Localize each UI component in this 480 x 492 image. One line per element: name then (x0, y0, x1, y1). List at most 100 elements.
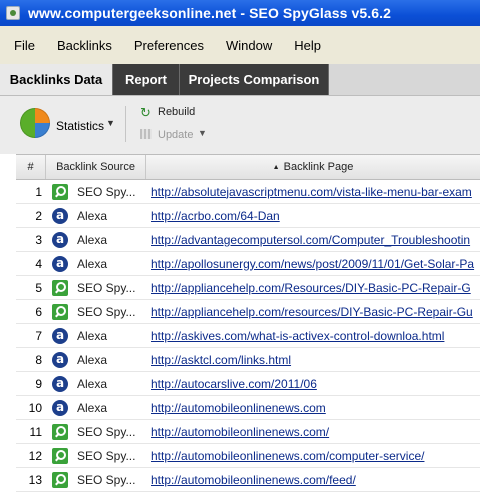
backlink-source-label: Alexa (77, 376, 108, 391)
backlink-source-label: Alexa (77, 208, 108, 223)
backlink-source: SEO Spy... (52, 420, 146, 443)
update-icon (140, 129, 152, 139)
backlink-page: http://automobileonlinenews.com/computer… (151, 444, 480, 467)
backlink-page-link[interactable]: http://autocarslive.com/2011/06 (151, 377, 317, 391)
window-title: www.computergeeksonline.net - SEO SpyGla… (28, 5, 392, 21)
table-row[interactable]: 7 Alexa http://askives.com/what-is-activex… (16, 324, 480, 348)
alexa-icon (52, 351, 68, 368)
backlink-page-link[interactable]: http://absolutejavascriptmenu.com/vista-… (151, 185, 472, 199)
column-header-source[interactable]: Backlink Source (46, 155, 146, 179)
title-bar: www.computergeeksonline.net - SEO SpyGla… (0, 0, 480, 26)
backlink-source-label: SEO Spy... (77, 184, 136, 199)
backlink-page-link[interactable]: http://appliancehelp.com/resources/DIY-B… (151, 305, 473, 319)
alexa-icon (52, 327, 68, 344)
row-number: 8 (35, 352, 42, 367)
backlink-source-label: Alexa (77, 400, 108, 415)
row-number: 10 (28, 400, 42, 415)
table-row[interactable]: 6 SEO Spy... http://appliancehelp.com/reso… (16, 300, 480, 324)
column-header-number[interactable]: # (16, 155, 46, 179)
dropdown-arrow-icon[interactable]: ▼ (198, 128, 207, 138)
backlink-page: http://absolutejavascriptmenu.com/vista-… (151, 180, 480, 203)
backlink-source: Alexa (52, 228, 146, 251)
backlink-page-link[interactable]: http://advantagecomputersol.com/Computer… (151, 233, 470, 247)
menu-window[interactable]: Window (226, 38, 272, 53)
table-row[interactable]: 12 SEO Spy... http://automobileonlinenews.… (16, 444, 480, 468)
seo-spyglass-icon (52, 447, 68, 464)
backlink-source: SEO Spy... (52, 276, 146, 299)
backlink-source: Alexa (52, 348, 146, 371)
column-header-page[interactable]: ▲ Backlink Page (146, 155, 480, 179)
backlink-source-label: SEO Spy... (77, 448, 136, 463)
table-row[interactable]: 9 Alexa http://autocarslive.com/2011/06 (16, 372, 480, 396)
backlink-page-link[interactable]: http://automobileonlinenews.com/computer… (151, 449, 424, 463)
row-number: 2 (35, 208, 42, 223)
backlink-page-link[interactable]: http://asktcl.com/links.html (151, 353, 291, 367)
backlink-source-label: Alexa (77, 256, 108, 271)
table-row[interactable]: 4 Alexa http://apollosunergy.com/news/post… (16, 252, 480, 276)
rebuild-button[interactable]: Rebuild (158, 106, 195, 118)
backlink-source: Alexa (52, 252, 146, 275)
backlink-page-link[interactable]: http://askives.com/what-is-activex-contr… (151, 329, 444, 343)
column-header-page-label: Backlink Page (283, 161, 354, 173)
tab-projects-comparison[interactable]: Projects Comparison (180, 64, 329, 95)
table-row[interactable]: 13 SEO Spy... http://automobileonlinenews.… (16, 468, 480, 492)
backlink-page-link[interactable]: http://apollosunergy.com/news/post/2009/… (151, 257, 474, 271)
seo-spyglass-icon (52, 303, 68, 320)
menu-help[interactable]: Help (294, 38, 321, 53)
row-number: 11 (29, 424, 42, 439)
alexa-icon (52, 375, 68, 392)
row-number: 6 (35, 304, 42, 319)
backlink-page: http://autocarslive.com/2011/06 (151, 372, 480, 395)
pie-chart-icon[interactable] (20, 108, 50, 138)
seo-spyglass-icon (52, 279, 68, 296)
backlink-source-label: Alexa (77, 232, 108, 247)
dropdown-arrow-icon[interactable]: ▼ (106, 118, 115, 128)
tab-bar: Backlinks Data Report Projects Compariso… (0, 64, 480, 96)
backlink-page: http://automobileonlinenews.com (151, 396, 480, 419)
backlink-page: http://appliancehelp.com/Resources/DIY-B… (151, 276, 480, 299)
toolbar: Statistics ▼ ↻ Rebuild Update ▼ (0, 96, 480, 154)
tab-report[interactable]: Report (113, 64, 180, 95)
row-number: 3 (35, 232, 42, 247)
menu-bar: File Backlinks Preferences Window Help (0, 26, 480, 64)
backlink-page-link[interactable]: http://acrbo.com/64-Dan (151, 209, 280, 223)
alexa-icon (52, 255, 68, 272)
backlink-page: http://advantagecomputersol.com/Computer… (151, 228, 480, 251)
backlinks-table: 1 SEO Spy... http://absolutejavascriptmenu… (16, 180, 480, 492)
menu-file[interactable]: File (14, 38, 35, 53)
app-icon (6, 6, 20, 20)
table-row[interactable]: 2 Alexa http://acrbo.com/64-Dan (16, 204, 480, 228)
backlink-source: Alexa (52, 204, 146, 227)
tab-backlinks-data[interactable]: Backlinks Data (0, 64, 113, 95)
row-number: 5 (35, 280, 42, 295)
menu-backlinks[interactable]: Backlinks (57, 38, 112, 53)
row-number: 1 (35, 184, 42, 199)
backlink-source: SEO Spy... (52, 300, 146, 323)
menu-preferences[interactable]: Preferences (134, 38, 204, 53)
table-row[interactable]: 10 Alexa http://automobileonlinenews.com (16, 396, 480, 420)
backlink-source: Alexa (52, 396, 146, 419)
backlink-page-link[interactable]: http://automobileonlinenews.com (151, 401, 326, 415)
table-row[interactable]: 8 Alexa http://asktcl.com/links.html (16, 348, 480, 372)
backlink-source-label: Alexa (77, 328, 108, 343)
table-row[interactable]: 5 SEO Spy... http://appliancehelp.com/Reso… (16, 276, 480, 300)
table-row[interactable]: 11 SEO Spy... http://automobileonlinenews.… (16, 420, 480, 444)
refresh-icon[interactable]: ↻ (140, 105, 151, 121)
seo-spyglass-icon (52, 423, 68, 440)
backlink-page: http://apollosunergy.com/news/post/2009/… (151, 252, 480, 275)
backlink-source: Alexa (52, 372, 146, 395)
backlink-page: http://automobileonlinenews.com/ (151, 420, 480, 443)
backlink-source-label: Alexa (77, 352, 108, 367)
backlink-page-link[interactable]: http://automobileonlinenews.com/ (151, 425, 329, 439)
statistics-button[interactable]: Statistics (56, 119, 104, 133)
alexa-icon (52, 207, 68, 224)
backlink-source-label: SEO Spy... (77, 280, 136, 295)
alexa-icon (52, 231, 68, 248)
backlink-page: http://appliancehelp.com/resources/DIY-B… (151, 300, 480, 323)
update-button[interactable]: Update (158, 129, 193, 141)
seo-spyglass-icon (52, 183, 68, 200)
table-row[interactable]: 3 Alexa http://advantagecomputersol.com/Co… (16, 228, 480, 252)
row-number: 4 (35, 256, 42, 271)
table-row[interactable]: 1 SEO Spy... http://absolutejavascriptmenu… (16, 180, 480, 204)
backlink-page-link[interactable]: http://appliancehelp.com/Resources/DIY-B… (151, 281, 471, 295)
